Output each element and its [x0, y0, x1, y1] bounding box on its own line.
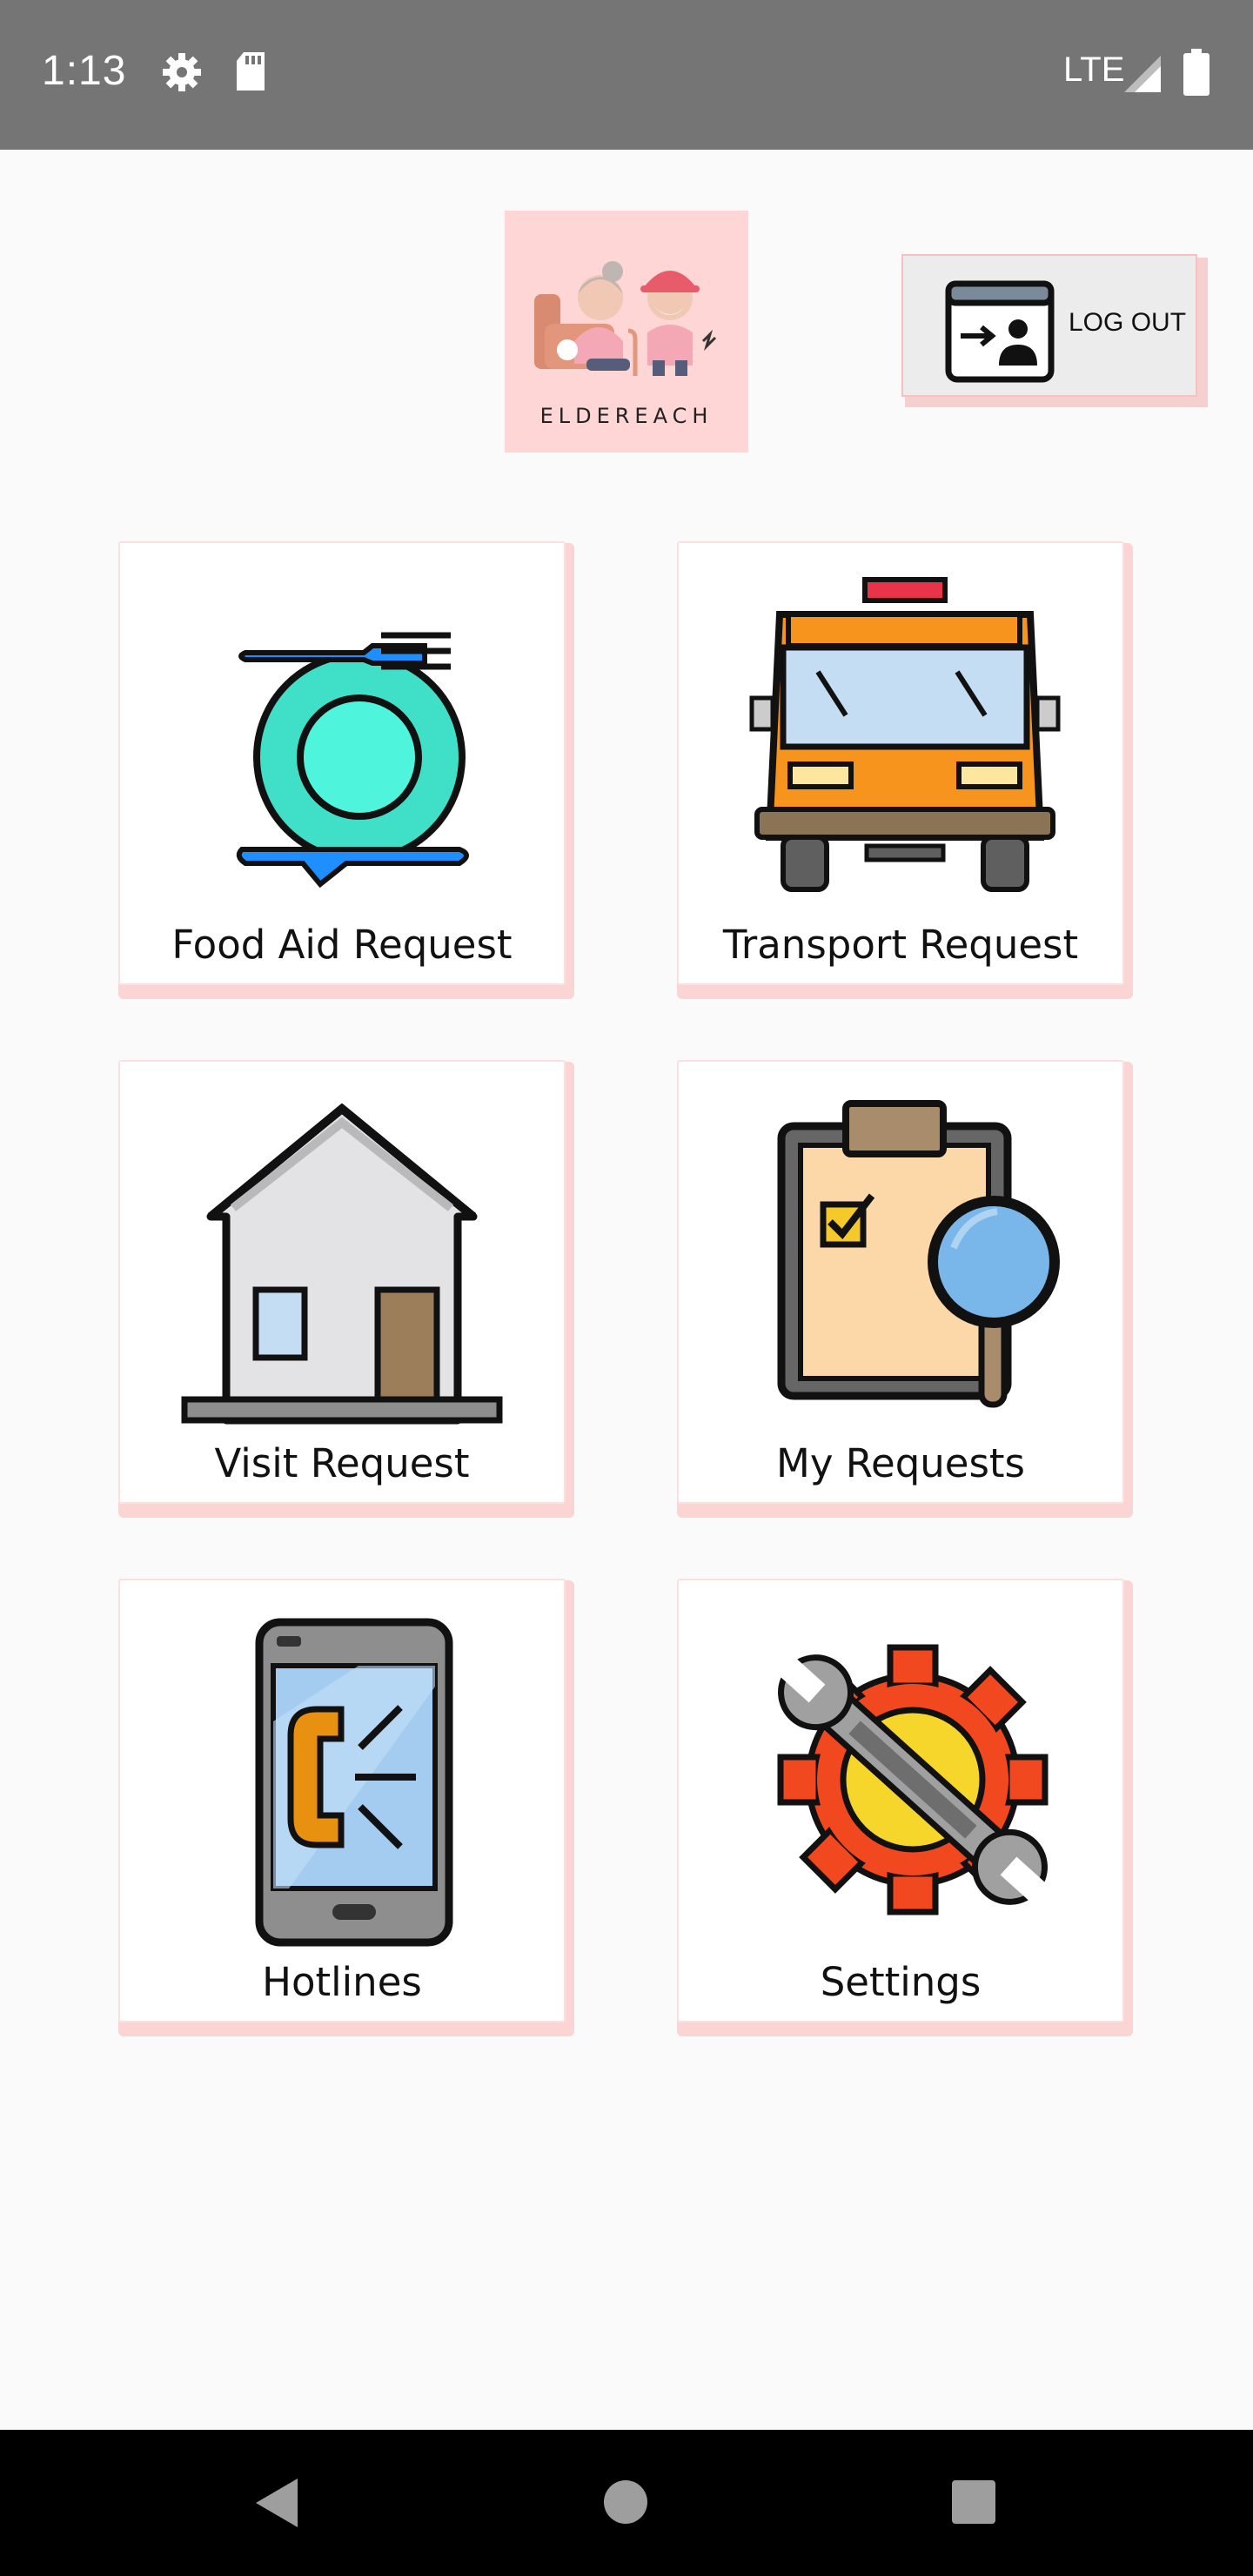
- card-label: My Requests: [776, 1440, 1025, 1486]
- sd-card-icon: [237, 52, 265, 91]
- plate-fork-icon: [236, 632, 469, 889]
- card-label: Visit Request: [214, 1440, 470, 1486]
- food-aid-request-card[interactable]: Food Aid Request: [118, 541, 566, 985]
- settings-card[interactable]: Settings: [677, 1579, 1124, 2023]
- logo-text: ELDEREACH: [539, 404, 714, 428]
- logout-label: LOG OUT: [1069, 308, 1187, 337]
- home-icon[interactable]: [602, 2479, 649, 2526]
- phone-icon: [255, 1618, 453, 1947]
- visit-request-card[interactable]: Visit Request: [118, 1060, 566, 1504]
- transport-request-card[interactable]: Transport Request: [677, 541, 1124, 985]
- elderly-couple-icon: [534, 261, 717, 376]
- card-label: Settings: [820, 1959, 982, 2005]
- logout-icon: [945, 280, 1055, 383]
- gear-wrench-icon: [777, 1644, 1049, 1915]
- recents-icon[interactable]: [950, 2479, 997, 2526]
- logout-button[interactable]: LOG OUT: [901, 254, 1197, 397]
- card-label: Food Aid Request: [171, 922, 513, 968]
- card-label: Transport Request: [722, 922, 1079, 968]
- status-time: 1:13: [42, 48, 127, 94]
- system-nav-bar: [0, 2430, 1253, 2576]
- card-label: Hotlines: [262, 1959, 422, 2005]
- house-icon: [181, 1104, 503, 1425]
- clipboard-search-icon: [777, 1100, 1060, 1408]
- gear-icon: [163, 53, 201, 91]
- app-logo: ELDEREACH: [505, 211, 748, 453]
- bus-icon: [749, 577, 1061, 892]
- my-requests-card[interactable]: My Requests: [677, 1060, 1124, 1504]
- hotlines-card[interactable]: Hotlines: [118, 1579, 566, 2023]
- signal-icon: [1124, 56, 1161, 92]
- status-bar: 1:13 LTE: [0, 0, 1253, 150]
- back-icon[interactable]: [251, 2475, 303, 2531]
- network-type: LTE: [1063, 50, 1125, 89]
- battery-icon: [1183, 49, 1209, 96]
